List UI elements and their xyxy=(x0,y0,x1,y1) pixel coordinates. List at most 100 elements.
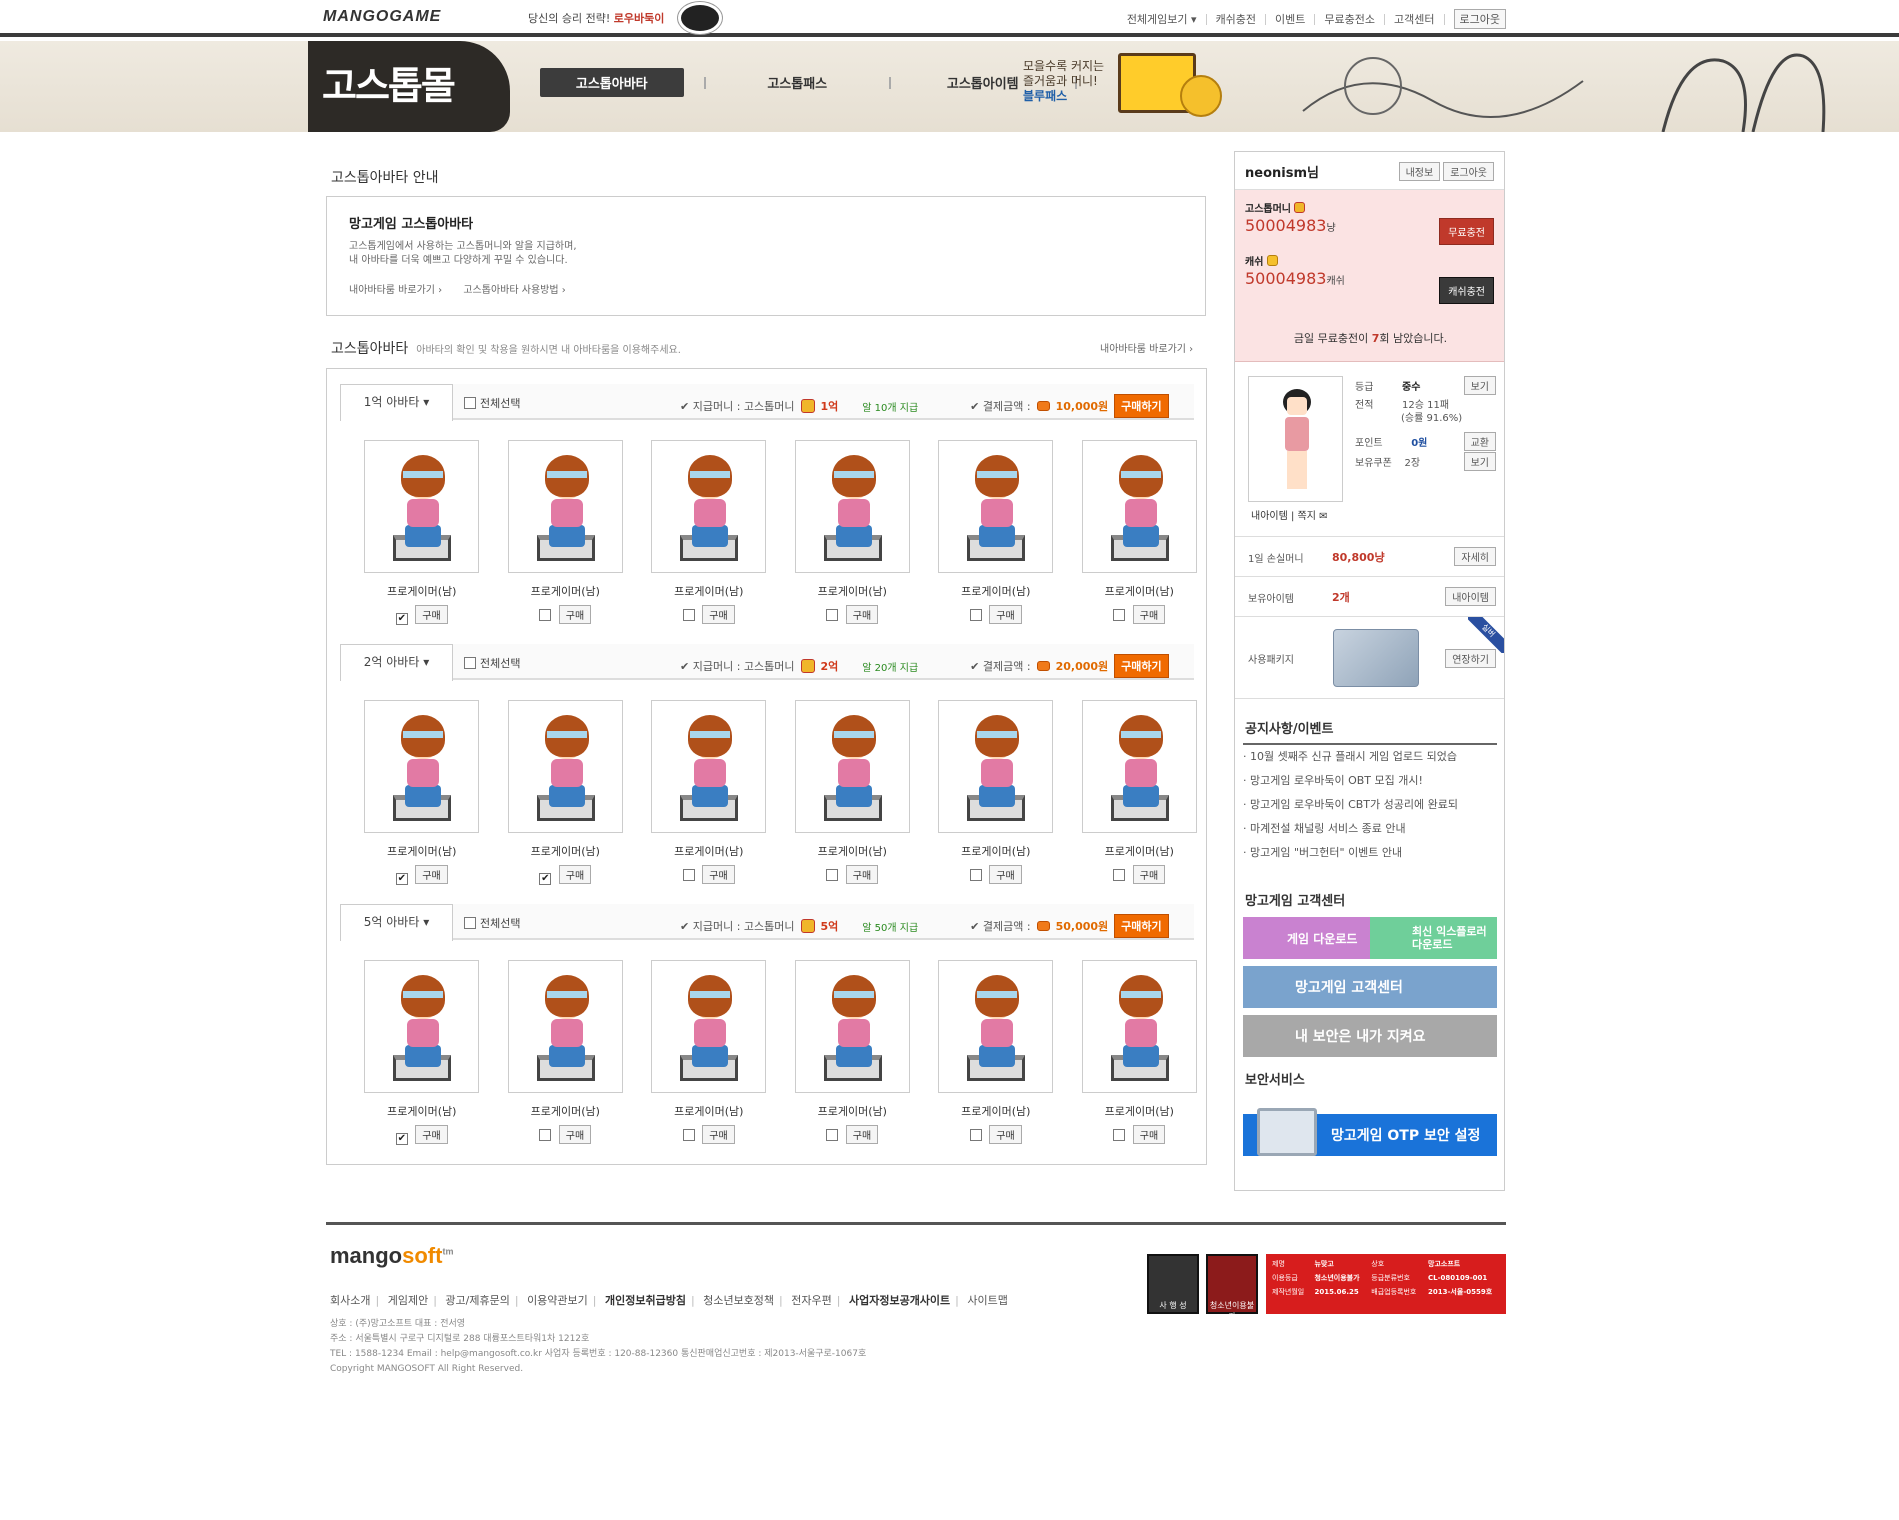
free-charge-button[interactable]: 무료충전 xyxy=(1439,218,1494,245)
coupon-view-button[interactable]: 보기 xyxy=(1463,452,1496,471)
item-checkbox[interactable] xyxy=(682,1129,695,1141)
buy-button[interactable]: 구매 xyxy=(989,1125,1022,1144)
group-tab[interactable]: 2억 아바타 ▾ xyxy=(340,644,453,681)
footer-link-company[interactable]: 회사소개 xyxy=(330,1294,370,1307)
notice-item[interactable]: · 망고게임 "버그헌터" 이벤트 안내 xyxy=(1243,841,1497,865)
footer-link-ads[interactable]: 광고/제휴문의 xyxy=(445,1294,509,1307)
item-checkbox[interactable] xyxy=(1113,869,1126,881)
promo-banner[interactable]: 당신의 승리 전략! 로우바둑이 xyxy=(528,10,664,26)
buy-button[interactable]: 구매 xyxy=(1132,605,1166,624)
notice-item[interactable]: · 망고게임 로우바둑이 OBT 모집 개시! xyxy=(1243,769,1497,793)
avatar-thumbnail[interactable] xyxy=(364,700,480,833)
buy-button[interactable]: 구매 xyxy=(415,605,448,624)
avatar-thumbnail[interactable] xyxy=(651,700,767,833)
memo-link[interactable]: 쪽지 xyxy=(1298,511,1316,522)
avatar-thumbnail[interactable] xyxy=(651,960,767,1093)
mangosoft-logo[interactable]: mangosofttm xyxy=(330,1243,453,1269)
ie-download-button[interactable]: 최신 익스플로러 다운로드 xyxy=(1370,917,1497,959)
buy-button[interactable]: 구매 xyxy=(1132,1125,1166,1144)
nav-event[interactable]: 이벤트 xyxy=(1275,11,1305,27)
footer-link-sitemap[interactable]: 사이트맵 xyxy=(967,1294,1007,1307)
buy-button[interactable]: 구매 xyxy=(415,1125,448,1144)
bluepass-banner-text[interactable]: 모을수록 커지는 즐거움과 머니! 블루패스 xyxy=(1023,59,1104,104)
buy-all-button[interactable]: 구매하기 xyxy=(1114,394,1169,418)
package-card-icon[interactable] xyxy=(1333,629,1419,687)
avatar-thumbnail[interactable] xyxy=(938,700,1054,833)
buy-button[interactable]: 구매 xyxy=(558,865,592,884)
nav-all-games[interactable]: 전체게임보기 ▾ xyxy=(1127,11,1197,27)
footer-link-email[interactable]: 전자우편 xyxy=(791,1294,831,1307)
buy-button[interactable]: 구매 xyxy=(845,865,879,884)
buy-button[interactable]: 구매 xyxy=(989,865,1022,884)
otp-button[interactable]: 망고게임 OTP 보안 설정 xyxy=(1243,1108,1497,1156)
item-checkbox[interactable] xyxy=(969,1129,982,1141)
item-checkbox[interactable] xyxy=(1113,1129,1126,1141)
buy-button[interactable]: 구매 xyxy=(558,1125,592,1144)
avatar-thumbnail[interactable] xyxy=(938,960,1054,1093)
buy-button[interactable]: 구매 xyxy=(845,605,879,624)
avatar-thumbnail[interactable] xyxy=(364,440,480,573)
notice-item[interactable]: · 10월 셋째주 신규 플래시 게임 업로드 되었습 xyxy=(1243,745,1497,769)
gostop-mall-logo[interactable]: 고스톱몰 xyxy=(308,41,510,132)
item-checkbox[interactable] xyxy=(826,869,839,881)
buy-all-button[interactable]: 구매하기 xyxy=(1114,914,1169,938)
avatar-thumbnail[interactable] xyxy=(507,960,623,1093)
top-logout-button[interactable]: 로그아웃 xyxy=(1453,9,1506,29)
group-tab[interactable]: 1억 아바타 ▾ xyxy=(340,384,453,421)
group-tab[interactable]: 5억 아바타 ▾ xyxy=(340,904,453,941)
nav-cash-charge[interactable]: 캐쉬충전 xyxy=(1216,11,1256,27)
item-checkbox[interactable] xyxy=(1113,609,1126,621)
buy-button[interactable]: 구매 xyxy=(845,1125,879,1144)
shop-avatar-room-link[interactable]: 내아바타룸 바로가기 › xyxy=(1100,340,1193,355)
item-checkbox[interactable] xyxy=(969,869,982,881)
game-download-button[interactable]: 게임 다운로드 xyxy=(1243,917,1370,959)
select-all-checkbox[interactable] xyxy=(464,397,476,409)
security-guard-button[interactable]: 내 보안은 내가 지켜요 xyxy=(1243,1015,1497,1057)
notice-item[interactable]: · 망고게임 로우바둑이 CBT가 성공리에 완료되 xyxy=(1243,793,1497,817)
point-exchange-button[interactable]: 교환 xyxy=(1463,432,1496,451)
buy-all-button[interactable]: 구매하기 xyxy=(1114,654,1169,678)
footer-link-business-info[interactable]: 사업자정보공개사이트 xyxy=(849,1294,950,1307)
avatar-thumbnail[interactable] xyxy=(507,700,623,833)
my-item-link[interactable]: 내아이템 xyxy=(1251,511,1288,522)
item-checkbox[interactable] xyxy=(826,1129,839,1141)
avatar-thumbnail[interactable] xyxy=(794,960,910,1093)
promo-character-icon[interactable] xyxy=(678,2,722,34)
item-checkbox[interactable]: ✔ xyxy=(395,613,408,625)
select-all-checkbox[interactable] xyxy=(464,917,476,929)
avatar-thumbnail[interactable] xyxy=(1081,960,1197,1093)
tab-gostop-pass[interactable]: 고스톱패스 xyxy=(726,68,870,97)
footer-link-terms[interactable]: 이용약관보기 xyxy=(527,1294,588,1307)
item-checkbox[interactable] xyxy=(682,609,695,621)
mangogame-logo[interactable]: MANGOGAME xyxy=(323,8,441,26)
buy-button[interactable]: 구매 xyxy=(989,605,1022,624)
avatar-thumbnail[interactable] xyxy=(794,440,910,573)
my-items-button[interactable]: 내아이템 xyxy=(1445,587,1496,606)
grade-view-button[interactable]: 보기 xyxy=(1463,376,1496,395)
sidebar-logout-button[interactable]: 로그아웃 xyxy=(1443,162,1494,181)
item-checkbox[interactable]: ✔ xyxy=(539,873,552,885)
my-info-button[interactable]: 내정보 xyxy=(1398,162,1441,181)
item-checkbox[interactable]: ✔ xyxy=(395,1133,408,1145)
buy-button[interactable]: 구매 xyxy=(702,605,735,624)
tab-gostop-avatar[interactable]: 고스톱아바타 xyxy=(540,68,684,97)
nav-free-charge[interactable]: 무료충전소 xyxy=(1324,11,1375,27)
footer-link-youth[interactable]: 청소년보호정책 xyxy=(703,1294,774,1307)
footer-link-proposal[interactable]: 게임제안 xyxy=(388,1294,428,1307)
customer-center-button[interactable]: 망고게임 고객센터 xyxy=(1243,966,1497,1008)
avatar-thumbnail[interactable] xyxy=(1081,440,1197,573)
user-avatar[interactable] xyxy=(1248,376,1343,502)
item-checkbox[interactable] xyxy=(539,609,552,621)
avatar-howto-link[interactable]: 고스톱아바타 사용방법 › xyxy=(463,285,565,296)
avatar-thumbnail[interactable] xyxy=(938,440,1054,573)
item-checkbox[interactable]: ✔ xyxy=(395,873,408,885)
select-all[interactable]: 전체선택 xyxy=(464,395,520,411)
buy-button[interactable]: 구매 xyxy=(1132,865,1166,884)
avatar-thumbnail[interactable] xyxy=(651,440,767,573)
select-all[interactable]: 전체선택 xyxy=(464,915,520,931)
select-all-checkbox[interactable] xyxy=(464,657,476,669)
item-checkbox[interactable] xyxy=(969,609,982,621)
item-checkbox[interactable] xyxy=(682,869,695,881)
avatar-thumbnail[interactable] xyxy=(364,960,480,1093)
footer-link-privacy[interactable]: 개인정보취급방침 xyxy=(605,1294,686,1307)
